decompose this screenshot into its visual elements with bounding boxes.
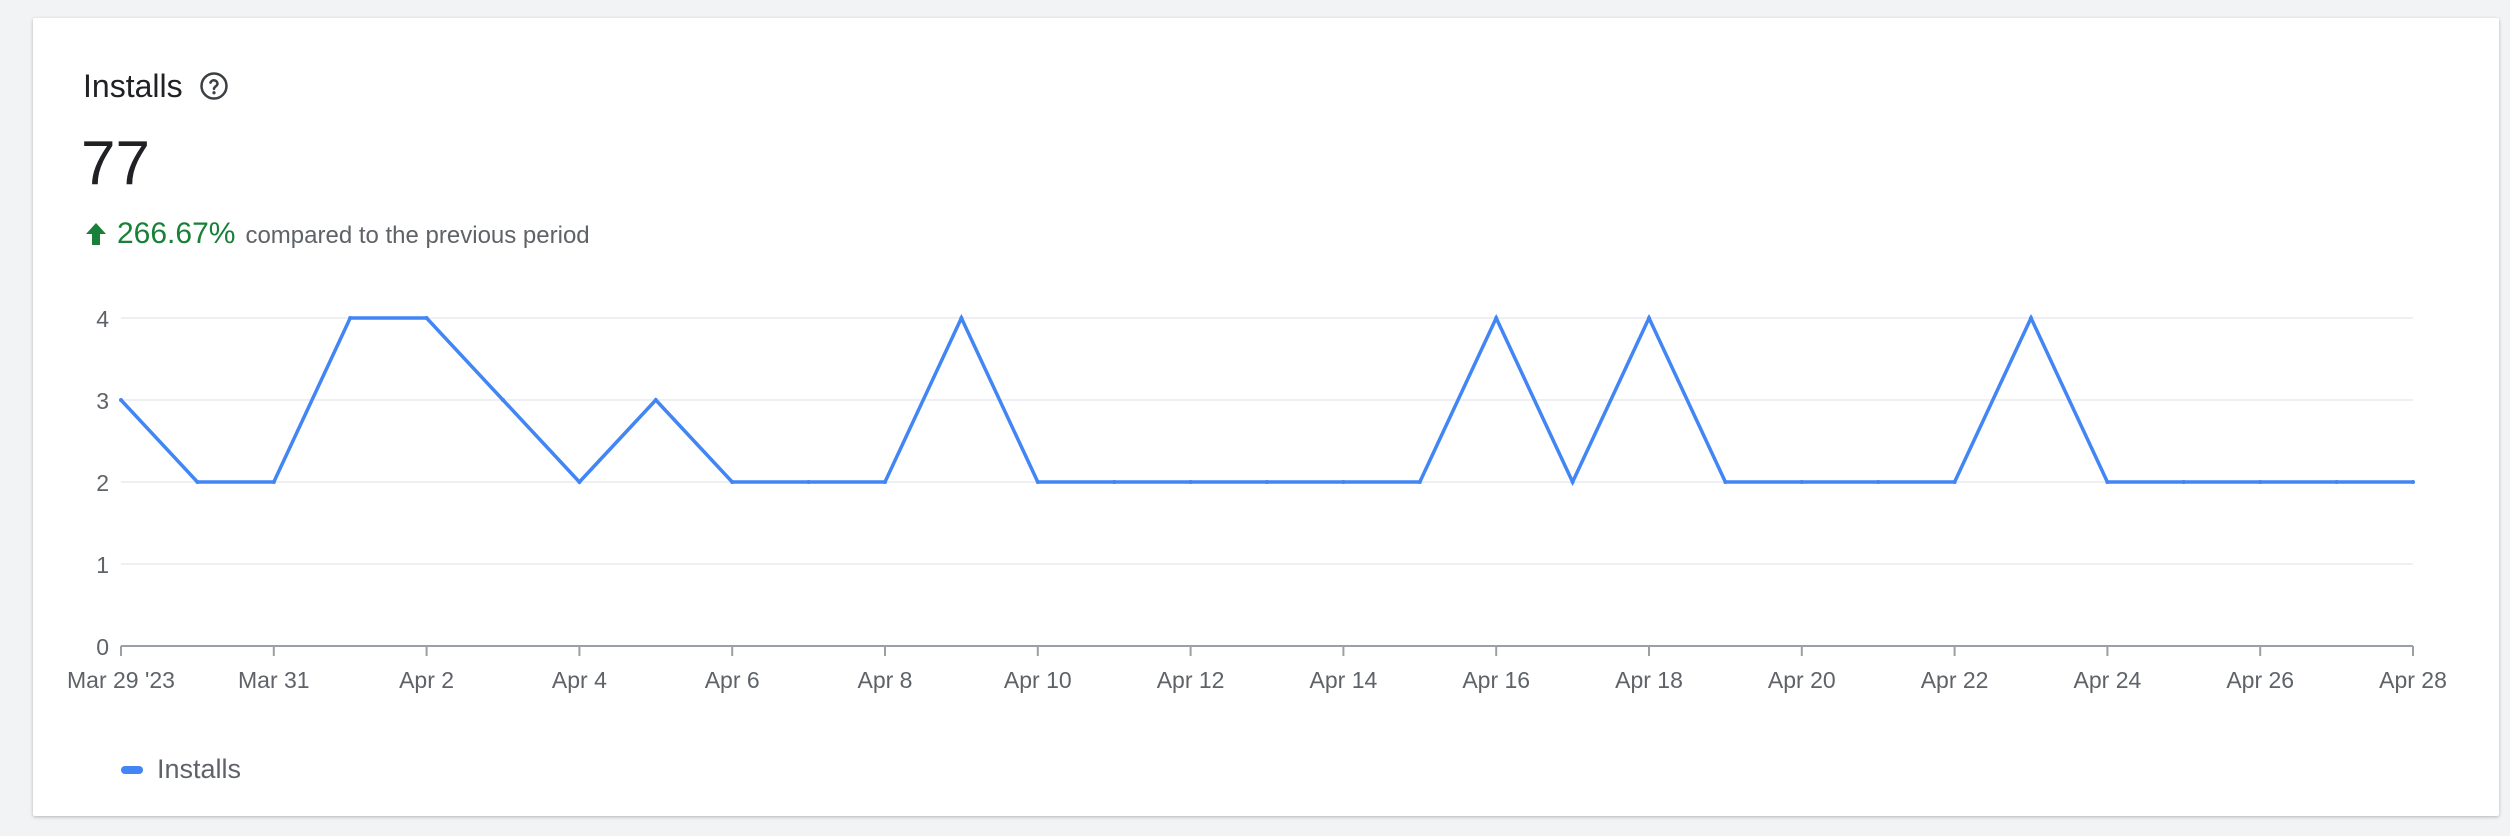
data-point[interactable] [1799,480,1804,484]
chart-y-tick-labels: 0 1 2 3 4 [96,306,109,660]
x-tick-label: Apr 12 [1157,667,1225,693]
chart-x-axis [120,645,2414,656]
installs-line-chart: 0 1 2 3 4 Mar 29 '23 Mar 31 Apr 2 Apr 4 Apr 6 Apr… [67,306,2447,693]
x-tick-label: Apr 8 [858,667,913,693]
data-point[interactable] [2181,480,2186,484]
data-point[interactable] [2105,480,2110,484]
data-point[interactable] [1952,480,1957,484]
data-point[interactable] [2029,316,2033,320]
x-tick-label: Apr 14 [1310,667,1378,693]
data-point[interactable] [195,480,200,484]
data-point[interactable] [1112,480,1117,484]
x-tick-label: Apr 26 [2226,667,2294,693]
x-tick-label: Apr 10 [1004,667,1072,693]
data-point[interactable] [806,480,811,484]
data-point[interactable] [1265,480,1269,484]
data-point[interactable] [271,480,276,484]
data-point[interactable] [348,316,353,320]
data-point[interactable] [1723,480,1728,484]
chart-x-tick-labels: Mar 29 '23 Mar 31 Apr 2 Apr 4 Apr 6 Apr 8 Apr … [67,667,2447,693]
data-point[interactable] [653,398,658,402]
data-point[interactable] [1341,480,1346,484]
x-tick-label: Apr 20 [1768,667,1836,693]
data-point[interactable] [730,480,735,484]
y-tick-label: 4 [96,306,109,332]
y-tick-label: 2 [96,470,109,496]
chart-legend[interactable]: Installs [121,754,241,785]
chart-gridlines [121,317,2413,565]
x-tick-label: Apr 18 [1615,667,1683,693]
x-tick-label: Mar 31 [238,667,310,693]
data-point[interactable] [883,480,887,484]
data-point[interactable] [1188,480,1193,484]
data-point[interactable] [2334,480,2339,484]
installs-card: Installs 77 266.67% compared to the prev… [33,18,2499,816]
data-point[interactable] [501,398,505,402]
y-tick-label: 1 [96,552,109,578]
data-point[interactable] [119,398,123,402]
legend-label-installs: Installs [157,754,242,784]
x-tick-label: Apr 16 [1462,667,1530,693]
data-point[interactable] [1570,480,1575,484]
x-tick-label: Mar 29 '23 [67,667,175,693]
y-tick-label: 0 [96,634,109,660]
data-point[interactable] [1876,480,1881,484]
data-point[interactable] [424,316,429,320]
data-point[interactable] [959,316,964,320]
data-point[interactable] [2411,480,2415,484]
x-tick-label: Apr 6 [705,667,760,693]
x-tick-label: Apr 2 [399,667,454,693]
x-tick-label: Apr 22 [1921,667,1989,693]
data-point[interactable] [2258,480,2263,484]
x-tick-label: Apr 28 [2379,667,2447,693]
data-point[interactable] [1494,316,1499,320]
data-point[interactable] [1647,316,1651,320]
data-point[interactable] [1035,480,1040,484]
y-tick-label: 3 [96,388,109,414]
data-point[interactable] [577,480,582,484]
x-tick-label: Apr 4 [552,667,607,693]
data-point[interactable] [1417,480,1422,484]
legend-swatch-installs [121,765,143,774]
x-tick-label: Apr 24 [2074,667,2142,693]
